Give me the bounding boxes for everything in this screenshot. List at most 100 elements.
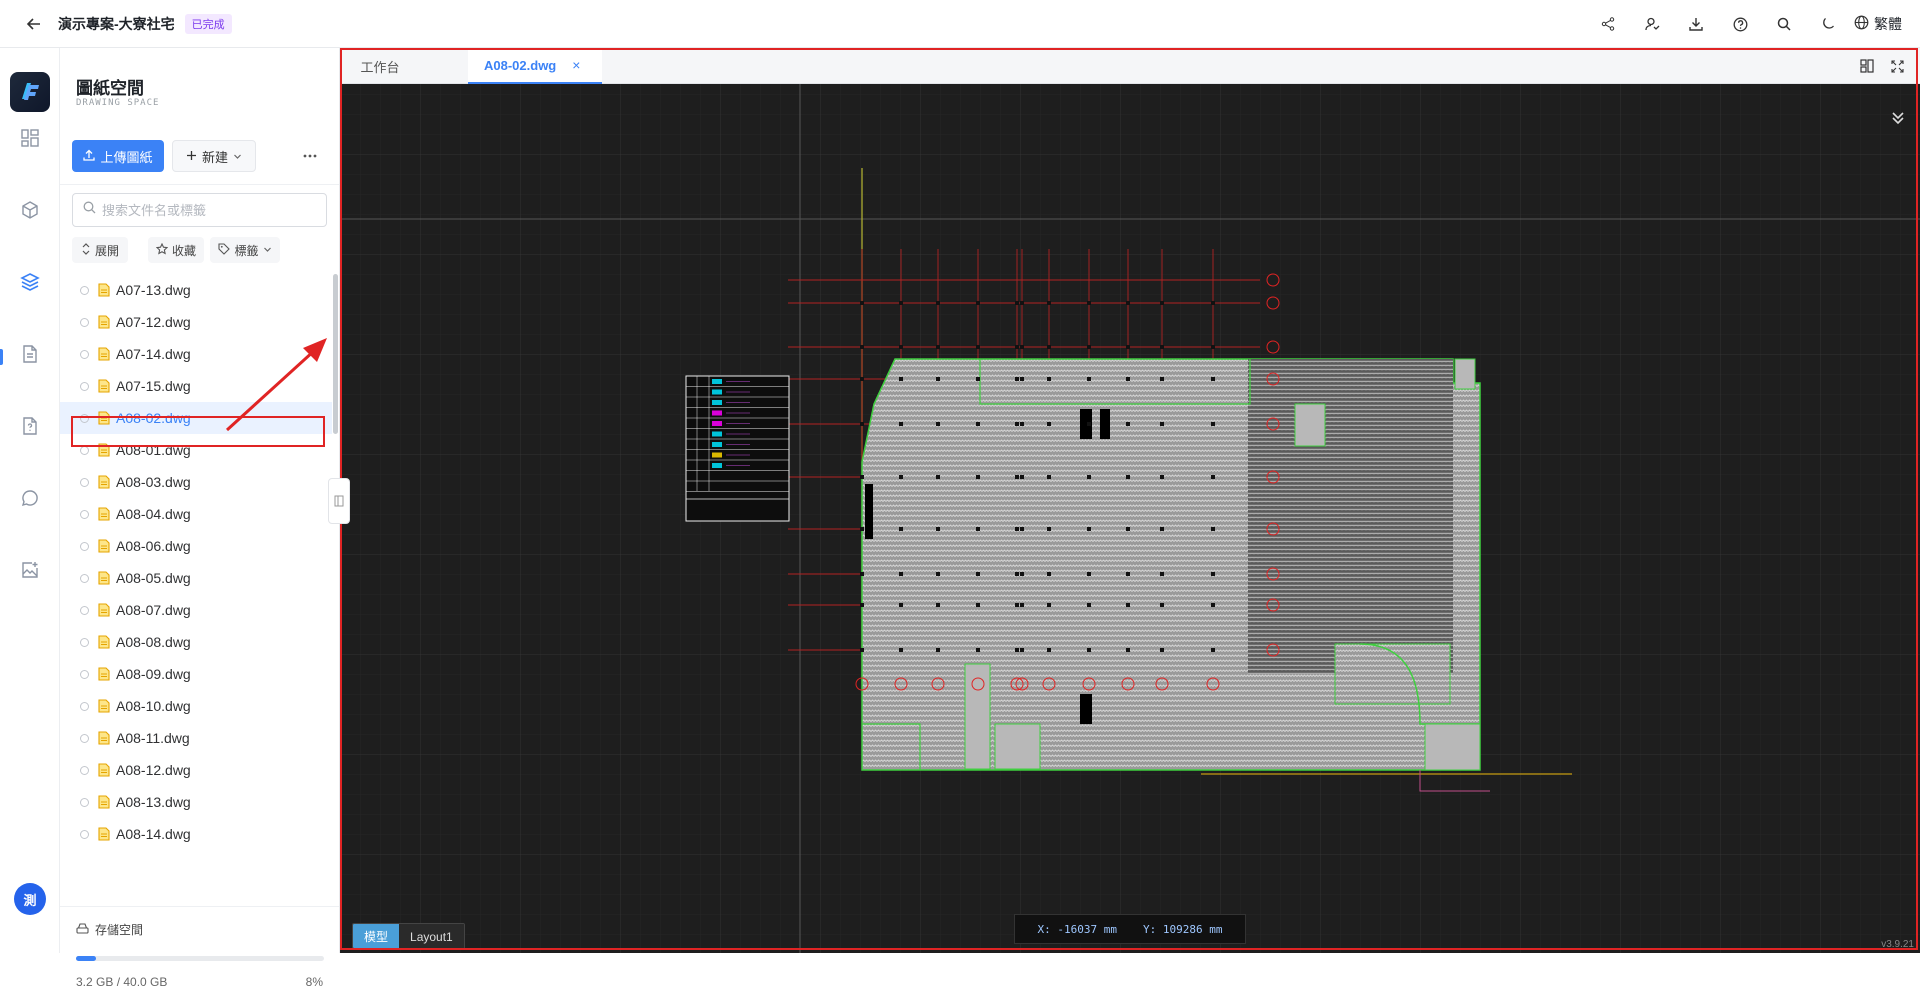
checkbox-circle[interactable] [80, 573, 89, 583]
new-button[interactable]: 新建 [172, 140, 256, 172]
file-item[interactable]: A08-09.dwg [60, 658, 332, 690]
file-item[interactable]: A08-11.dwg [60, 722, 332, 754]
checkbox-circle[interactable] [80, 381, 89, 391]
file-item[interactable]: A08-08.dwg [60, 626, 332, 658]
file-name: A08-07.dwg [116, 602, 191, 618]
close-icon[interactable]: × [572, 57, 580, 73]
file-list-scrollbar[interactable] [333, 274, 338, 434]
column [1020, 603, 1024, 607]
checkbox-circle[interactable] [80, 637, 89, 647]
column [1160, 603, 1164, 607]
checkbox-circle[interactable] [80, 541, 89, 551]
checkbox-circle[interactable] [80, 733, 89, 743]
checkbox-circle[interactable] [80, 829, 89, 839]
file-item[interactable]: A07-12.dwg [60, 306, 332, 338]
file-item[interactable]: A08-12.dwg [60, 754, 332, 786]
checkbox-circle[interactable] [80, 797, 89, 807]
legend-swatch [712, 410, 722, 416]
expand-button[interactable]: 展開 [72, 237, 128, 263]
split-view-icon[interactable] [1854, 53, 1880, 79]
file-name: A08-12.dwg [116, 762, 191, 778]
user-avatar[interactable]: 測 [14, 883, 46, 915]
share-icon[interactable] [1586, 0, 1630, 48]
file-item[interactable]: A08-03.dwg [60, 466, 332, 498]
tab-drawing[interactable]: A08-02.dwg × [468, 48, 602, 84]
column [1020, 475, 1024, 479]
user-share-icon[interactable] [1630, 0, 1674, 48]
model-icon[interactable] [16, 196, 44, 224]
document-icon[interactable] [16, 340, 44, 368]
search-input[interactable] [102, 202, 312, 218]
new-label: 新建 [201, 149, 228, 165]
download-icon[interactable] [1674, 0, 1718, 48]
column [976, 572, 980, 576]
more-icon[interactable] [296, 140, 324, 172]
layout-tab-model[interactable]: 模型 [353, 924, 400, 948]
tags-button[interactable]: 標籤 [210, 237, 280, 263]
search-icon[interactable] [1762, 0, 1806, 48]
file-icon [98, 539, 110, 553]
file-item[interactable]: A07-13.dwg [60, 274, 332, 306]
file-item[interactable]: A08-14.dwg [60, 818, 332, 850]
file-item[interactable]: A08-02.dwg [60, 402, 332, 434]
checkbox-circle[interactable] [80, 285, 89, 295]
checkbox-circle[interactable] [80, 413, 89, 423]
tab-workbench[interactable]: 工作台 [340, 48, 420, 84]
file-name: A07-13.dwg [116, 282, 191, 298]
column [976, 603, 980, 607]
file-item[interactable]: A08-06.dwg [60, 530, 332, 562]
checkbox-circle[interactable] [80, 477, 89, 487]
checkbox-circle[interactable] [80, 509, 89, 519]
sidebar-collapse-handle[interactable] [328, 478, 350, 524]
layers-icon[interactable] [16, 268, 44, 296]
column [1126, 572, 1130, 576]
image-add-icon[interactable] [16, 556, 44, 584]
legend-swatch [712, 379, 722, 384]
double-chevron-down-icon[interactable] [1884, 104, 1912, 132]
checkbox-circle[interactable] [80, 765, 89, 775]
checkbox-circle[interactable] [80, 605, 89, 615]
fullscreen-icon[interactable] [1884, 53, 1910, 79]
file-icon [98, 475, 110, 489]
file-name: A08-04.dwg [116, 506, 191, 522]
column [1211, 301, 1215, 305]
file-item[interactable]: A07-15.dwg [60, 370, 332, 402]
file-name: A08-14.dwg [116, 826, 191, 842]
file-question-icon[interactable] [16, 412, 44, 440]
file-name: A08-08.dwg [116, 634, 191, 650]
chat-icon[interactable] [16, 484, 44, 512]
column [936, 422, 940, 426]
dashboard-icon[interactable] [16, 124, 44, 152]
help-icon[interactable] [1718, 0, 1762, 48]
checkbox-circle[interactable] [80, 701, 89, 711]
column [1015, 527, 1019, 531]
file-item[interactable]: A08-05.dwg [60, 562, 332, 594]
cad-canvas[interactable] [340, 84, 1920, 953]
checkbox-circle[interactable] [80, 445, 89, 455]
file-list: A07-13.dwg A07-12.dwg A07-14.dwg A07-15.dwg… [60, 274, 332, 904]
version-label: v3.9.21 [1881, 939, 1914, 950]
column [1160, 572, 1164, 576]
column [976, 527, 980, 531]
column [1160, 475, 1164, 479]
moon-icon[interactable] [1806, 0, 1850, 48]
file-item[interactable]: A08-04.dwg [60, 498, 332, 530]
language-switch[interactable]: 繁體 [1854, 14, 1902, 34]
file-item[interactable]: A08-07.dwg [60, 594, 332, 626]
favorites-button[interactable]: 收藏 [148, 237, 204, 263]
back-arrow-icon[interactable] [22, 12, 46, 36]
checkbox-circle[interactable] [80, 317, 89, 327]
column [899, 648, 903, 652]
file-item[interactable]: A08-10.dwg [60, 690, 332, 722]
file-item[interactable]: A08-01.dwg [60, 434, 332, 466]
checkbox-circle[interactable] [80, 349, 89, 359]
app-logo[interactable] [10, 72, 50, 112]
layout-tab-layout1[interactable]: Layout1 [399, 924, 464, 948]
file-item[interactable]: A07-14.dwg [60, 338, 332, 370]
column [899, 475, 903, 479]
checkbox-circle[interactable] [80, 669, 89, 679]
column [1047, 648, 1051, 652]
upload-drawing-button[interactable]: 上傳圖紙 [72, 140, 164, 172]
file-item[interactable]: A08-13.dwg [60, 786, 332, 818]
column [1087, 345, 1091, 349]
